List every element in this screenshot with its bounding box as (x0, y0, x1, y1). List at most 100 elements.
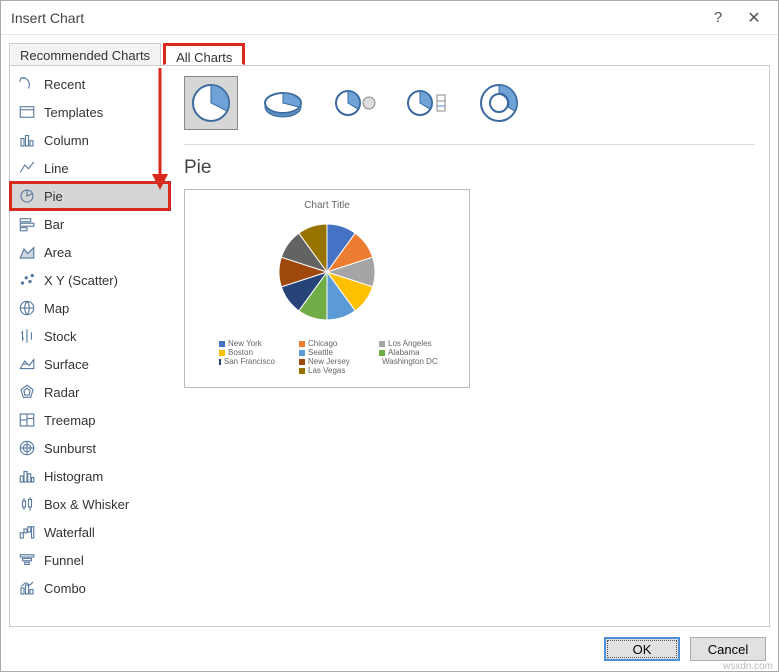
sidebar-item-label: Combo (44, 581, 86, 596)
sidebar-item-area[interactable]: Area (10, 238, 170, 266)
preview-title: Chart Title (193, 200, 461, 211)
legend-item: Chicago (299, 339, 355, 348)
sidebar-item-label: Column (44, 133, 89, 148)
sidebar-item-label: Pie (44, 189, 63, 204)
sidebar-item-label: Stock (44, 329, 77, 344)
sidebar-item-stock[interactable]: Stock (10, 322, 170, 350)
sidebar-item-label: Funnel (44, 553, 84, 568)
sidebar-item-label: Recent (44, 77, 85, 92)
legend-item: Seattle (299, 348, 355, 357)
legend-label: Chicago (308, 339, 337, 348)
subtype-doughnut[interactable] (472, 76, 526, 130)
legend-label: Las Vegas (308, 366, 345, 375)
box-whisker-icon (18, 495, 36, 513)
sidebar-item-label: Histogram (44, 469, 103, 484)
sidebar-item-scatter[interactable]: X Y (Scatter) (10, 266, 170, 294)
sidebar-item-label: Templates (44, 105, 103, 120)
sidebar-item-sunburst[interactable]: Sunburst (10, 434, 170, 462)
sidebar-item-line[interactable]: Line (10, 154, 170, 182)
cancel-button[interactable]: Cancel (690, 637, 766, 661)
funnel-icon (18, 551, 36, 569)
sunburst-icon (18, 439, 36, 457)
legend-label: Seattle (308, 348, 333, 357)
legend-swatch (219, 359, 221, 365)
sidebar-item-label: Area (44, 245, 71, 260)
close-button[interactable]: ✕ (736, 8, 772, 28)
combo-icon (18, 579, 36, 597)
subtype-pie[interactable] (184, 76, 238, 130)
bar-icon (18, 215, 36, 233)
watermark: wsxdn.com (723, 661, 773, 672)
sidebar-item-column[interactable]: Column (10, 126, 170, 154)
sidebar-item-box-whisker[interactable]: Box & Whisker (10, 490, 170, 518)
help-button[interactable]: ? (700, 9, 736, 26)
sidebar-item-label: Treemap (44, 413, 96, 428)
chart-preview[interactable]: Chart Title New York Chicago Los Angeles Bo… (184, 189, 470, 388)
sidebar-item-label: Map (44, 301, 69, 316)
subtype-bar-of-pie[interactable] (400, 76, 454, 130)
sidebar-item-label: Waterfall (44, 525, 95, 540)
legend-label: New York (228, 339, 262, 348)
chart-type-list: Recent Templates Column Line Pie Bar (10, 66, 170, 626)
sidebar-item-label: X Y (Scatter) (44, 273, 118, 288)
sidebar-item-combo[interactable]: Combo (10, 574, 170, 602)
sidebar-item-templates[interactable]: Templates (10, 98, 170, 126)
pie-graphic (272, 217, 382, 327)
scatter-icon (18, 271, 36, 289)
legend-item: Los Angeles (379, 339, 435, 348)
sidebar-item-funnel[interactable]: Funnel (10, 546, 170, 574)
ok-button[interactable]: OK (604, 637, 680, 661)
legend-item: New Jersey (299, 357, 355, 366)
tab-all-charts[interactable]: All Charts (163, 43, 245, 65)
surface-icon (18, 355, 36, 373)
legend-swatch (299, 359, 305, 365)
legend-swatch (219, 350, 225, 356)
legend-label: Los Angeles (388, 339, 432, 348)
recent-icon (18, 75, 36, 93)
sidebar-item-map[interactable]: Map (10, 294, 170, 322)
legend-swatch (219, 341, 225, 347)
legend-swatch (379, 341, 385, 347)
treemap-icon (18, 411, 36, 429)
map-icon (18, 299, 36, 317)
sidebar-item-label: Box & Whisker (44, 497, 129, 512)
subtype-row (184, 76, 755, 130)
sidebar-item-bar[interactable]: Bar (10, 210, 170, 238)
legend-swatch (299, 341, 305, 347)
sidebar-item-surface[interactable]: Surface (10, 350, 170, 378)
legend-item: Alabama (379, 348, 435, 357)
sidebar-item-label: Surface (44, 357, 89, 372)
dialog-footer: OK Cancel (1, 627, 778, 671)
sidebar-item-treemap[interactable]: Treemap (10, 406, 170, 434)
pie-icon (18, 187, 36, 205)
subtype-pie-of-pie[interactable] (328, 76, 382, 130)
stock-icon (18, 327, 36, 345)
insert-chart-dialog: Insert Chart ? ✕ Recommended Charts All … (0, 0, 779, 672)
line-icon (18, 159, 36, 177)
chart-name-heading: Pie (184, 157, 755, 179)
sidebar-item-radar[interactable]: Radar (10, 378, 170, 406)
legend-label: New Jersey (308, 357, 350, 366)
sidebar-item-waterfall[interactable]: Waterfall (10, 518, 170, 546)
legend-swatch (299, 350, 305, 356)
area-icon (18, 243, 36, 261)
legend-item: New York (219, 339, 275, 348)
legend-label: Alabama (388, 348, 420, 357)
chart-subtype-panel: Pie Chart Title New York Chicago Los Angel… (170, 66, 769, 626)
dialog-body: Recent Templates Column Line Pie Bar (9, 65, 770, 627)
histogram-icon (18, 467, 36, 485)
divider (184, 144, 755, 145)
tab-recommended-charts[interactable]: Recommended Charts (9, 43, 161, 65)
legend-item: Washington DC (379, 357, 435, 366)
sidebar-item-recent[interactable]: Recent (10, 70, 170, 98)
legend-label: Boston (228, 348, 253, 357)
subtype-3d-pie[interactable] (256, 76, 310, 130)
column-icon (18, 131, 36, 149)
tab-strip: Recommended Charts All Charts (1, 35, 778, 65)
radar-icon (18, 383, 36, 401)
sidebar-item-label: Line (44, 161, 69, 176)
sidebar-item-histogram[interactable]: Histogram (10, 462, 170, 490)
sidebar-item-pie[interactable]: Pie (10, 182, 170, 210)
legend-label: Washington DC (382, 357, 438, 366)
waterfall-icon (18, 523, 36, 541)
